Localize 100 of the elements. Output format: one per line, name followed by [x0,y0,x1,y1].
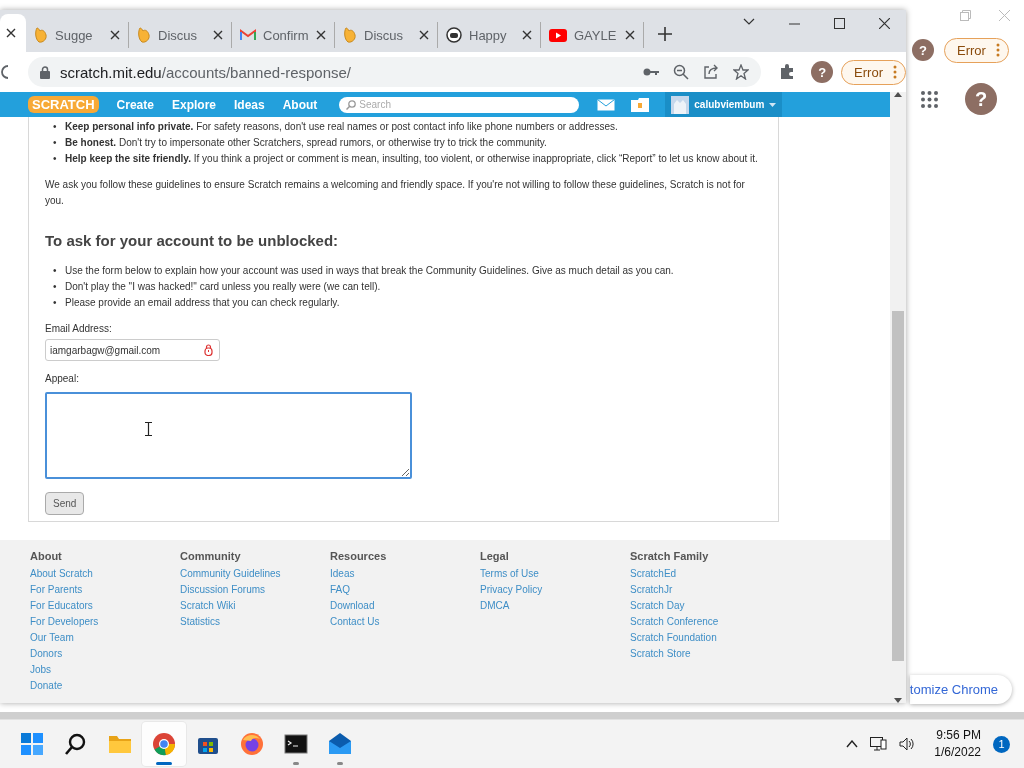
footer-link[interactable]: ScratchJr [630,582,780,598]
search-field[interactable]: Search [339,96,580,113]
more-icon [893,65,897,79]
close-icon[interactable] [625,30,635,40]
error-button[interactable]: Error [841,59,906,85]
close-icon[interactable] [6,28,16,38]
customize-chrome-button[interactable]: tomize Chrome [909,675,1012,704]
section-heading: To ask for your account to be unblocked: [45,233,340,249]
close-icon[interactable] [522,30,532,40]
lock-icon [204,344,213,356]
close-icon[interactable] [419,30,429,40]
footer-link[interactable]: Statistics [180,614,330,630]
footer-link[interactable]: Community Guidelines [180,566,330,582]
address-bar[interactable]: scratch.mit.edu/accounts/banned-response/ [28,57,762,87]
chevron-up-icon[interactable] [846,740,859,748]
footer-link[interactable]: For Parents [30,582,180,598]
instruction-item: Use the form below to explain how your account was used in ways that break the Community Guidelines. Give as much detail as you can. [65,264,674,278]
user-menu[interactable]: calubviembum [665,92,783,117]
footer-link[interactable]: Contact Us [330,614,480,630]
bullet-mark: • [53,136,58,150]
profile-avatar[interactable]: ? [811,61,834,83]
browser-tab[interactable]: Confirm [232,22,335,48]
footer-link[interactable]: For Developers [30,614,180,630]
send-button[interactable]: Send [45,492,85,515]
close-icon[interactable] [110,30,120,40]
scroll-down-icon[interactable] [894,698,902,703]
field-label: Email Address: [45,322,113,336]
footer-link[interactable]: For Educators [30,598,180,614]
network-icon[interactable] [870,736,888,752]
footer-link[interactable]: Ideas [330,566,480,582]
footer-link[interactable]: Privacy Policy [480,582,630,598]
footer-link[interactable]: Scratch Day [630,598,780,614]
nav-link[interactable]: About [282,97,318,112]
running-indicator [293,762,299,765]
footer-link[interactable]: Jobs [30,662,180,678]
apps-grid-icon[interactable] [920,89,939,109]
reload-icon[interactable] [0,64,8,80]
scrollbar[interactable] [890,92,906,703]
footer-link[interactable]: Donors [30,646,180,662]
footer-link[interactable]: Terms of Use [480,566,630,582]
close-icon[interactable] [213,30,223,40]
footer-link[interactable]: Our Team [30,630,180,646]
browser-tab[interactable]: Discus [129,22,232,48]
footer-link[interactable]: Scratch Foundation [630,630,780,646]
star-icon[interactable] [733,64,750,80]
volume-icon[interactable] [899,737,915,751]
footer-link[interactable]: FAQ [330,582,480,598]
caret-icon [769,102,777,107]
avatar-icon [671,95,690,114]
error-button[interactable]: Error [944,37,1009,63]
footer-link[interactable]: Donate [30,678,180,694]
footer-heading: Community [180,550,242,562]
nav-link[interactable]: Create [116,97,154,112]
chevron-down-icon[interactable] [743,18,755,26]
scratch-logo[interactable]: SCRATCH [28,96,99,113]
firefox-icon [240,732,264,756]
footer-link[interactable]: Scratch Wiki [180,598,330,614]
close-icon[interactable] [316,30,326,40]
profile-avatar[interactable]: ? [912,39,934,61]
lock-icon [40,65,50,79]
browser-tab[interactable]: Happy [438,22,541,48]
footer-link[interactable]: ScratchEd [630,566,780,582]
folder-icon[interactable] [631,97,650,112]
clock-date[interactable]: 1/6/2022 [934,744,981,761]
search-icon [64,732,88,756]
mail-icon [328,732,352,756]
footer-link[interactable]: Discussion Forums [180,582,330,598]
guidelines-note: We ask you follow these guidelines to ensure Scratch remains a welcoming and friendly space. If you're not willing to follow these guidelines, Scratch is not for you. [45,178,746,208]
bullet-mark: • [53,280,58,294]
maximize-icon[interactable] [834,18,845,29]
instruction-item: Don't play the "I was hacked!" card unless you really were (we can tell). [65,280,381,294]
plus-icon[interactable] [658,27,672,41]
url-text: scratch.mit.edu/accounts/banned-response/ [60,63,351,81]
browser-tab[interactable]: GAYLE [541,22,644,48]
footer-link[interactable]: About Scratch [30,566,180,582]
guideline-item: Be honest. Don't try to impersonate other Scratchers, spread rumors, or otherwise try to trick the community. [65,136,547,150]
share-icon[interactable] [703,64,720,80]
zoom-out-icon[interactable] [673,64,690,80]
notification-badge[interactable]: 1 [993,735,1010,753]
bullet-mark: • [53,120,58,134]
footer-heading: Legal [480,550,510,562]
start-icon [20,732,44,756]
appeal-field[interactable] [45,392,412,479]
browser-tab[interactable]: Sugge [26,22,129,48]
puzzle-icon[interactable] [779,64,796,80]
footer-link[interactable]: Scratch Conference [630,614,780,630]
close-icon[interactable] [879,18,890,29]
footer-link[interactable]: DMCA [480,598,630,614]
envelope-icon[interactable] [597,98,616,111]
key-icon[interactable] [643,67,660,77]
more-icon [995,43,1000,57]
account-avatar[interactable]: ? [965,83,997,115]
email-field[interactable]: iamgarbagw@gmail.com [45,339,220,361]
browser-tab[interactable]: Discus [335,22,438,48]
text-cursor-icon [145,422,152,436]
nav-link[interactable]: Explore [171,97,216,112]
clock-time[interactable]: 9:56 PM [936,727,981,744]
footer-link[interactable]: Download [330,598,480,614]
footer-link[interactable]: Scratch Store [630,646,780,662]
nav-link[interactable]: Ideas [233,97,265,112]
